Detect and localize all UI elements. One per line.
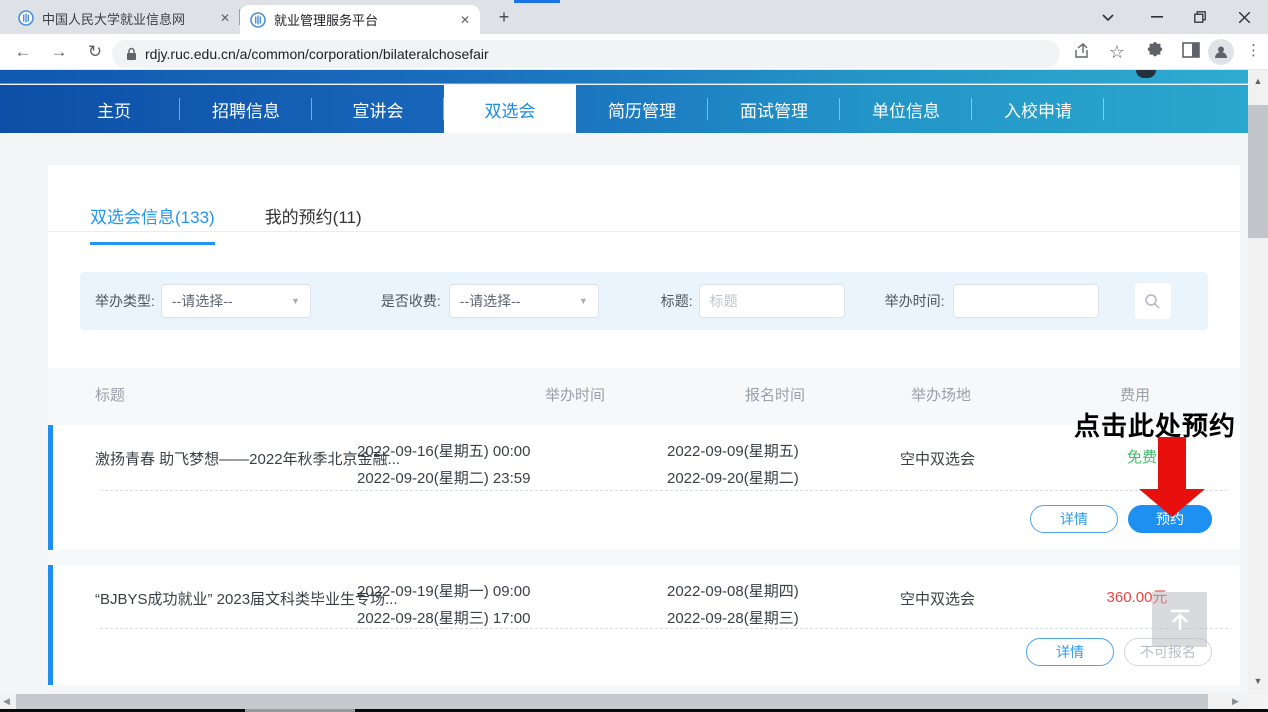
tab-title: 就业管理服务平台 [274, 10, 452, 29]
row-divider [100, 490, 1228, 491]
minimize-button[interactable] [1143, 6, 1171, 28]
top-arrow-icon [1165, 605, 1195, 635]
restore-button[interactable] [1186, 6, 1214, 28]
horizontal-scrollbar[interactable]: ◀ ▶ [0, 694, 1248, 709]
annotation-arrow-icon [1139, 437, 1205, 517]
scroll-left-icon[interactable]: ◀ [3, 696, 10, 707]
chevron-down-icon: ▼ [291, 296, 300, 306]
browser-tab-job-service-platform[interactable]: 就业管理服务平台 ✕ [240, 5, 480, 34]
share-icon[interactable] [1070, 42, 1092, 62]
table-row: “BJBYS成功就业” 2023届文科类毕业生专场... 2022-09-19(… [48, 565, 1240, 685]
url-text: rdjy.ruc.edu.cn/a/common/corporation/bil… [145, 46, 489, 62]
tab-search-chevron-icon[interactable] [1094, 6, 1122, 28]
search-button[interactable] [1135, 283, 1171, 319]
nav-item-campus-entry[interactable]: 入校申请 [972, 85, 1104, 133]
back-to-top-button[interactable] [1152, 592, 1207, 647]
tab-job-fair-info[interactable]: 双选会信息(133) [90, 203, 215, 245]
col-signup-time: 报名时间 [745, 384, 805, 405]
search-icon [1144, 293, 1161, 310]
filter-fee-select[interactable]: --请选择-- ▼ [449, 284, 599, 318]
page-content: 主页 招聘信息 宣讲会 双选会 简历管理 面试管理 单位信息 入校申请 双选会信… [0, 70, 1248, 694]
browser-menu-icon[interactable]: ⋮ [1246, 41, 1261, 59]
scroll-right-icon[interactable]: ▶ [1232, 696, 1239, 707]
nav-item-recruit-info[interactable]: 招聘信息 [180, 85, 312, 133]
venue: 空中双选会 [900, 586, 975, 613]
vertical-scroll-thumb[interactable] [1248, 105, 1268, 238]
card-tabs: 双选会信息(133) 我的预约(11) [90, 203, 362, 245]
nav-item-info-session[interactable]: 宣讲会 [312, 85, 444, 133]
side-panel-icon[interactable] [1180, 42, 1202, 62]
col-hold-time: 举办时间 [545, 384, 605, 405]
row-divider [100, 628, 1228, 629]
new-tab-button[interactable]: + [494, 7, 514, 27]
bookmark-star-icon[interactable]: ☆ [1106, 42, 1128, 62]
nav-item-job-fair[interactable]: 双选会 [444, 85, 576, 133]
tab-close-icon[interactable]: ✕ [460, 14, 470, 26]
back-button[interactable]: ← [12, 41, 34, 63]
nav-item-home[interactable]: 主页 [48, 85, 180, 133]
ruc-favicon-icon [250, 12, 266, 28]
col-fee: 费用 [1120, 384, 1150, 405]
table-row: 激扬青春 助飞梦想——2022年秋季北京金融... 2022-09-16(星期五… [48, 425, 1240, 550]
filter-type-label: 举办类型: [95, 291, 155, 311]
tab-title: 中国人民大学就业信息网 [42, 9, 212, 28]
main-navigation: 主页 招聘信息 宣讲会 双选会 简历管理 面试管理 单位信息 入校申请 [0, 85, 1248, 133]
col-title: 标题 [95, 384, 125, 405]
nav-item-resume-mgmt[interactable]: 简历管理 [576, 85, 708, 133]
detail-button[interactable]: 详情 [1026, 638, 1114, 666]
nav-item-interview-mgmt[interactable]: 面试管理 [708, 85, 840, 133]
filter-fee-label: 是否收费: [381, 291, 441, 311]
reload-button[interactable]: ↻ [84, 41, 106, 63]
browser-tab-ruc-employment[interactable]: 中国人民大学就业信息网 ✕ [8, 3, 240, 33]
scroll-up-icon[interactable]: ▲ [1248, 76, 1268, 86]
filter-title-label: 标题: [661, 291, 693, 311]
tab-my-reservations[interactable]: 我的预约(11) [265, 203, 362, 245]
chevron-down-icon: ▼ [579, 296, 588, 306]
address-bar[interactable]: rdjy.ruc.edu.cn/a/common/corporation/bil… [112, 40, 1060, 68]
row-accent-bar [48, 425, 53, 550]
loading-indicator [514, 0, 560, 3]
row-accent-bar [48, 565, 53, 685]
site-banner-strip [0, 70, 1248, 84]
user-avatar-partial [1136, 70, 1156, 78]
signup-time: 2022-09-08(星期四) 2022-09-28(星期三) [667, 578, 799, 632]
scrollbar-corner [1248, 694, 1268, 709]
filter-title-input[interactable] [699, 284, 845, 318]
hold-time: 2022-09-16(星期五) 00:00 2022-09-20(星期二) 23… [357, 438, 530, 492]
browser-window: 中国人民大学就业信息网 ✕ 就业管理服务平台 ✕ + [0, 0, 1268, 712]
filter-type-value: --请选择-- [172, 291, 233, 311]
browser-tab-strip: 中国人民大学就业信息网 ✕ 就业管理服务平台 ✕ + [0, 0, 1268, 34]
fair-title[interactable]: “BJBYS成功就业” 2023届文科类毕业生专场... [95, 586, 398, 613]
extensions-puzzle-icon[interactable] [1144, 42, 1166, 62]
job-fair-card: 双选会信息(133) 我的预约(11) 举办类型: --请选择-- ▼ 是否收费… [48, 165, 1240, 690]
filter-time-label: 举办时间: [885, 291, 945, 311]
table-header: 标题 举办时间 报名时间 举办场地 费用 [48, 368, 1240, 418]
filter-type-select[interactable]: --请选择-- ▼ [161, 284, 311, 318]
fair-title[interactable]: 激扬青春 助飞梦想——2022年秋季北京金融... [95, 446, 400, 473]
filter-fee-value: --请选择-- [460, 291, 521, 311]
profile-avatar[interactable] [1208, 39, 1234, 65]
tabs-divider [48, 231, 1240, 232]
detail-button[interactable]: 详情 [1030, 505, 1118, 533]
signup-time: 2022-09-09(星期五) 2022-09-20(星期二) [667, 438, 799, 492]
close-window-button[interactable] [1230, 6, 1258, 28]
lock-icon [126, 47, 137, 61]
vertical-scrollbar[interactable]: ▲ ▼ [1248, 70, 1268, 694]
venue: 空中双选会 [900, 446, 975, 473]
horizontal-scroll-thumb[interactable] [16, 694, 1208, 709]
tab-close-icon[interactable]: ✕ [220, 12, 230, 24]
nav-item-org-info[interactable]: 单位信息 [840, 85, 972, 133]
col-venue: 举办场地 [911, 384, 971, 405]
hold-time: 2022-09-19(星期一) 09:00 2022-09-28(星期三) 17… [357, 578, 530, 632]
filter-time-input[interactable] [953, 284, 1099, 318]
forward-button[interactable]: → [48, 41, 70, 63]
ruc-favicon-icon [18, 10, 34, 26]
filter-bar: 举办类型: --请选择-- ▼ 是否收费: --请选择-- ▼ 标题: 举办时间… [80, 272, 1208, 330]
scroll-down-icon[interactable]: ▼ [1248, 676, 1268, 686]
